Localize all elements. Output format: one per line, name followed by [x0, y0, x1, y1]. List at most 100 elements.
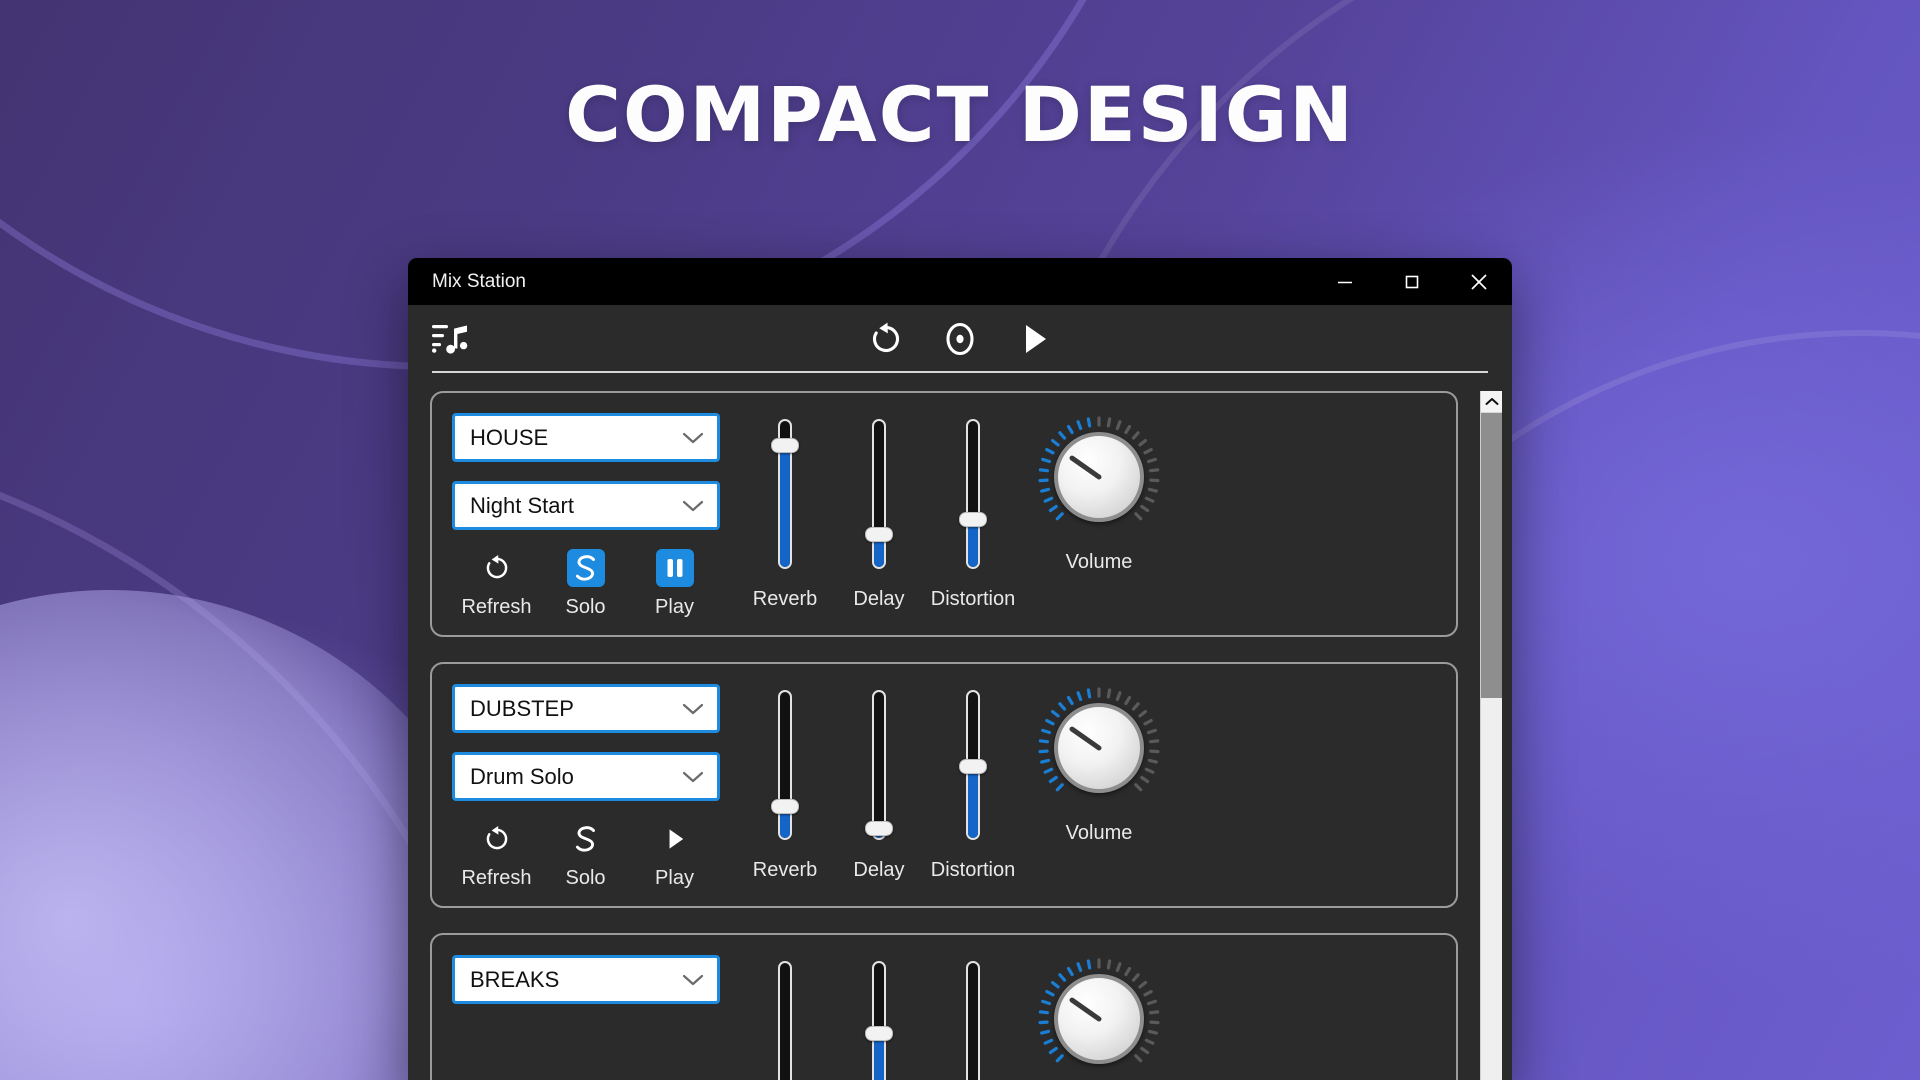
- toolbar: [408, 305, 1512, 373]
- scroll-up-arrow-icon[interactable]: [1481, 391, 1502, 413]
- track-panel: HOUSE Night Start Refresh Solo Play Reverb Del…: [430, 391, 1458, 637]
- distortion-slider-thumb[interactable]: [959, 512, 987, 528]
- refresh-button[interactable]: Refresh: [452, 549, 541, 619]
- reverb-slider-thumb[interactable]: [771, 799, 799, 815]
- distortion-slider[interactable]: [959, 690, 987, 840]
- distortion-slider-fill: [968, 766, 978, 838]
- genre-select-value: BREAKS: [470, 966, 560, 992]
- reverb-slider-track[interactable]: [778, 961, 792, 1080]
- app-body: HOUSE Night Start Refresh Solo Play Reverb Del…: [408, 373, 1512, 1080]
- chevron-down-icon: [681, 701, 705, 717]
- volume-knob-pointer: [1037, 686, 1161, 810]
- distortion-slider[interactable]: [962, 961, 984, 1080]
- solo-icon: [567, 820, 605, 858]
- reverb-slider[interactable]: [774, 961, 796, 1080]
- pause-icon: [655, 549, 694, 587]
- scrollbar-track[interactable]: [1481, 698, 1502, 1080]
- reverb-slider-thumb[interactable]: [771, 437, 799, 453]
- distortion-label: Distortion: [930, 859, 1016, 881]
- delay-control: Delay: [832, 413, 926, 611]
- genre-select[interactable]: DUBSTEP: [452, 684, 720, 733]
- refresh-button[interactable]: Refresh: [452, 820, 541, 890]
- delay-control: Delay: [832, 684, 926, 882]
- title-bar: Mix Station: [408, 258, 1512, 305]
- volume-control[interactable]: Volume: [1020, 684, 1170, 882]
- genre-select[interactable]: BREAKS: [452, 955, 720, 1004]
- transport-controls: [408, 320, 1512, 358]
- delay-slider-thumb[interactable]: [865, 527, 893, 542]
- close-button[interactable]: [1445, 258, 1512, 305]
- vertical-scrollbar[interactable]: [1480, 391, 1502, 1080]
- play-button-label: Play: [655, 596, 694, 618]
- distortion-label: Distortion: [930, 588, 1016, 610]
- play-button[interactable]: Play: [630, 820, 719, 890]
- chevron-down-icon: [681, 498, 705, 514]
- distortion-control: Distortion: [926, 413, 1020, 611]
- preset-select[interactable]: Drum Solo: [452, 752, 720, 801]
- reverb-slider[interactable]: [771, 690, 799, 840]
- window-controls: [1311, 258, 1512, 305]
- refresh-button-label: Refresh: [461, 596, 532, 618]
- play-icon: [656, 820, 694, 858]
- scrollbar-thumb[interactable]: [1481, 413, 1502, 698]
- preset-select[interactable]: Night Start: [452, 481, 720, 530]
- chevron-down-icon: [681, 769, 705, 785]
- preset-select-value: Drum Solo: [470, 763, 574, 789]
- genre-select-value: HOUSE: [470, 424, 549, 450]
- track-list: HOUSE Night Start Refresh Solo Play Reverb Del…: [408, 373, 1480, 1080]
- preset-select-value: Night Start: [470, 492, 574, 518]
- volume-knob[interactable]: [1037, 415, 1161, 539]
- refresh-icon: [478, 549, 516, 587]
- delay-control: [832, 955, 926, 1080]
- volume-knob[interactable]: [1037, 686, 1161, 810]
- delay-slider-track[interactable]: [872, 690, 886, 840]
- delay-slider[interactable]: [865, 690, 893, 840]
- distortion-slider-thumb[interactable]: [959, 758, 987, 774]
- track-panel: DUBSTEP Drum Solo Refresh Solo Play Reverb Del…: [430, 662, 1458, 908]
- track-left-column: DUBSTEP Drum Solo Refresh Solo Play: [452, 684, 724, 890]
- play-button[interactable]: Play: [630, 549, 719, 619]
- minimize-button[interactable]: [1311, 258, 1378, 305]
- delay-slider[interactable]: [865, 419, 893, 569]
- refresh-icon[interactable]: [867, 320, 905, 358]
- effect-sliders: Reverb Delay Distortion Volume: [724, 684, 1170, 882]
- volume-knob[interactable]: [1037, 957, 1161, 1080]
- reverb-control: [738, 955, 832, 1080]
- delay-slider-thumb[interactable]: [865, 1025, 893, 1041]
- volume-control[interactable]: Volume: [1020, 413, 1170, 611]
- reverb-slider-fill: [780, 445, 790, 567]
- chevron-down-icon: [681, 430, 705, 446]
- track-button-row: Refresh Solo Play: [452, 549, 724, 619]
- maximize-button[interactable]: [1378, 258, 1445, 305]
- volume-knob-pointer: [1037, 957, 1161, 1080]
- track-panel: BREAKS: [430, 933, 1458, 1080]
- refresh-icon: [478, 820, 516, 858]
- distortion-slider-track[interactable]: [966, 961, 980, 1080]
- track-left-column: BREAKS: [452, 955, 724, 1023]
- reverb-slider[interactable]: [771, 419, 799, 569]
- volume-label: Volume: [1065, 822, 1133, 844]
- solo-icon: [566, 549, 605, 587]
- chevron-down-icon: [681, 972, 705, 988]
- play-icon[interactable]: [1015, 320, 1053, 358]
- distortion-slider[interactable]: [959, 419, 987, 569]
- delay-slider[interactable]: [865, 961, 893, 1080]
- effect-sliders: [724, 955, 1170, 1080]
- refresh-button-label: Refresh: [461, 867, 532, 889]
- page-title: COMPACT DESIGN: [565, 70, 1355, 159]
- app-title: Mix Station: [432, 270, 526, 292]
- solo-button-label: Solo: [565, 867, 606, 889]
- solo-button[interactable]: Solo: [541, 549, 630, 619]
- genre-select[interactable]: HOUSE: [452, 413, 720, 462]
- effect-sliders: Reverb Delay Distortion Volume: [724, 413, 1170, 611]
- solo-button[interactable]: Solo: [541, 820, 630, 890]
- delay-label: Delay: [853, 859, 905, 881]
- music-note-logo-icon: [432, 322, 472, 356]
- distortion-control: Distortion: [926, 684, 1020, 882]
- track-left-column: HOUSE Night Start Refresh Solo Play: [452, 413, 724, 619]
- reverb-control: Reverb: [738, 684, 832, 882]
- delay-slider-thumb[interactable]: [865, 820, 893, 836]
- record-icon[interactable]: [941, 320, 979, 358]
- volume-control[interactable]: [1020, 955, 1170, 1080]
- volume-label: Volume: [1065, 551, 1133, 573]
